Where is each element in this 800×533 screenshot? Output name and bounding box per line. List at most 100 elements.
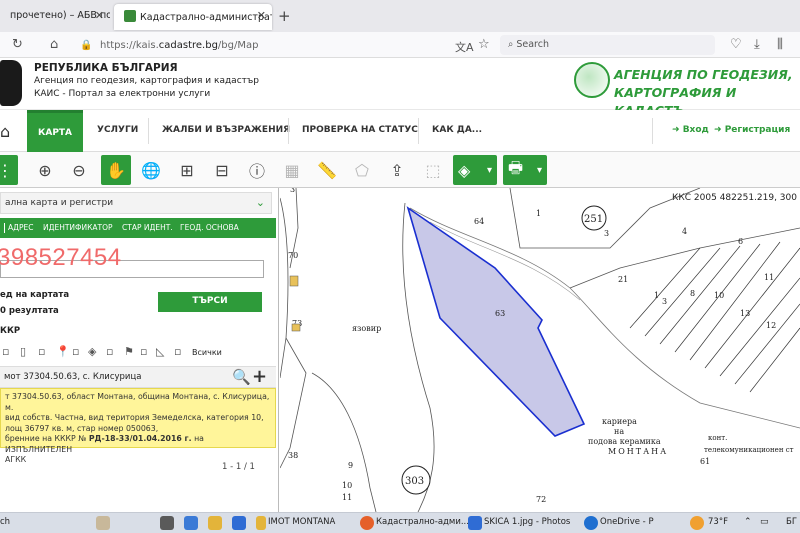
- zoom-out-icon[interactable]: ⊖: [64, 155, 94, 185]
- lock-icon[interactable]: 🔒: [80, 40, 92, 51]
- add-area-icon[interactable]: ⊞: [172, 155, 202, 185]
- building-marker: [291, 323, 301, 332]
- chevron-up-icon[interactable]: ⌃: [744, 517, 752, 527]
- stack-icon[interactable]: ◈: [88, 345, 96, 358]
- arrow-icon: ➜: [714, 125, 725, 135]
- taskbar-app-folder[interactable]: IMOT MONTANA: [268, 517, 335, 527]
- translate-icon[interactable]: 文A: [455, 39, 474, 55]
- parcel-number: 70: [288, 251, 298, 260]
- taskbar-app-firefox[interactable]: Кадастрално-адми...: [376, 517, 469, 527]
- coat-of-arms-icon: [0, 60, 22, 106]
- map-source-select[interactable]: ална карта и регистри ⌄: [0, 192, 272, 214]
- result-info-line: лощ 36797 кв. м, стар номер 050063,: [5, 423, 159, 433]
- register-link[interactable]: ➜ Регистрация: [714, 125, 790, 135]
- agency-logo-icon[interactable]: [574, 62, 610, 98]
- remove-area-icon[interactable]: ⊟: [207, 155, 237, 185]
- tab-geodetic-base[interactable]: ГЕОД. ОСНОВА: [180, 223, 239, 232]
- zoom-to-icon[interactable]: 🔍: [232, 368, 251, 386]
- photos-icon[interactable]: [468, 516, 482, 530]
- nav-map[interactable]: КАРТА: [27, 110, 84, 152]
- onedrive-icon[interactable]: [584, 516, 598, 530]
- zoom-in-icon[interactable]: ⊕: [30, 155, 60, 185]
- result-row[interactable]: мот 37304.50.63, с. Клисурица 🔍 +: [0, 366, 276, 388]
- map-canvas[interactable]: ККС 2005 482251.219, 300 63 64 1 3 4 6 2…: [280, 188, 800, 512]
- cadastral-map[interactable]: ККС 2005 482251.219, 300 63 64 1 3 4 6 2…: [280, 188, 800, 512]
- star-icon[interactable]: ☆: [478, 37, 490, 52]
- flag-icon[interactable]: ⚑: [124, 345, 134, 358]
- result-title: мот 37304.50.63, с. Клисурица: [4, 372, 142, 382]
- nav-divider: [418, 118, 419, 144]
- ruler-icon[interactable]: 📏: [312, 155, 342, 185]
- search-box[interactable]: ⌕ Search: [500, 35, 715, 55]
- browser-tab-cadastre[interactable]: Кадастрално-административн ✕: [114, 4, 272, 30]
- print-dropdown-button[interactable]: 🖶 ▾: [503, 155, 547, 185]
- home-icon[interactable]: ⌂: [50, 37, 58, 52]
- edge-icon[interactable]: [184, 516, 198, 530]
- all-label: Всички: [192, 348, 222, 357]
- network-icon[interactable]: ▭: [760, 517, 769, 527]
- selected-parcel-63[interactable]: [406, 206, 586, 437]
- word-icon[interactable]: [232, 516, 246, 530]
- order-number: РД-18-33/01.04.2016 г.: [88, 434, 192, 443]
- checkbox-icon[interactable]: ▫: [106, 345, 113, 358]
- tab-identifier[interactable]: ИДЕНТИФИКАТОР: [43, 223, 113, 232]
- file-explorer-icon[interactable]: [208, 516, 222, 530]
- triangle-icon[interactable]: ◺: [156, 345, 164, 358]
- building-icon[interactable]: ▯: [20, 345, 26, 358]
- tab-old-identifier[interactable]: СТАР ИДЕНТ.: [122, 223, 173, 232]
- taskbar-search[interactable]: ch: [0, 517, 10, 527]
- menu-icon[interactable]: ⋮: [0, 155, 18, 185]
- tab-address[interactable]: АДРЕС: [8, 223, 34, 232]
- layers-dropdown-button[interactable]: ◈ ▾: [453, 155, 497, 185]
- map-source-value: ална карта и регистри: [5, 198, 114, 208]
- checkbox-icon[interactable]: ▫: [72, 345, 79, 358]
- close-tab-icon[interactable]: ✕: [95, 9, 104, 22]
- nav-status-check[interactable]: ПРОВЕРКА НА СТАТУС: [302, 110, 418, 152]
- reload-icon[interactable]: ↻: [12, 37, 23, 52]
- upload-icon[interactable]: ⇪: [382, 155, 412, 185]
- cat-widget-icon[interactable]: [96, 516, 110, 530]
- chevron-down-icon: ▾: [486, 164, 492, 176]
- polygon-icon[interactable]: ⬠: [347, 155, 377, 185]
- parcel-number: 72: [536, 495, 546, 504]
- pocket-icon[interactable]: ♡: [730, 37, 742, 52]
- browser-tab-mail[interactable]: прочетено) – АБВ поща ✕: [0, 4, 110, 30]
- search-button[interactable]: ТЪРСИ: [158, 292, 262, 312]
- all-checkbox[interactable]: ▫: [174, 345, 181, 358]
- download-icon[interactable]: ⤓: [754, 37, 760, 52]
- library-icon[interactable]: ⫼: [777, 37, 783, 52]
- taskbar-app-onedrive[interactable]: OneDrive - Р: [600, 517, 654, 527]
- task-view-icon[interactable]: [160, 516, 174, 530]
- home-icon[interactable]: ⌂: [0, 122, 10, 141]
- select-area-icon[interactable]: ⬚: [418, 155, 448, 185]
- new-tab-icon[interactable]: +: [278, 7, 291, 25]
- parcel-number: 1: [654, 291, 659, 300]
- telecom-label: телекомуникационен ст: [704, 446, 794, 454]
- address-bar[interactable]: https://kais.cadastre.bg/bg/Map: [100, 40, 258, 51]
- nav-how-to[interactable]: КАК ДА...: [432, 110, 482, 152]
- login-link[interactable]: ➜ Вход: [672, 125, 709, 135]
- nav-services[interactable]: УСЛУГИ: [97, 110, 138, 152]
- checkbox-icon[interactable]: ▫: [38, 345, 45, 358]
- parcel-number: 21: [618, 275, 628, 284]
- globe-icon[interactable]: 🌐: [136, 155, 166, 185]
- expand-plus-icon[interactable]: +: [252, 366, 267, 387]
- location-pin-icon[interactable]: 📍: [56, 345, 70, 358]
- nav-divider: [652, 118, 653, 144]
- nav-complaints[interactable]: ЖАЛБИ И ВЪЗРАЖЕНИЯ: [162, 110, 290, 152]
- checkbox-icon[interactable]: ▫: [140, 345, 147, 358]
- close-tab-icon[interactable]: ✕: [257, 9, 266, 22]
- sheet-number: 251: [584, 214, 603, 225]
- weather-temp[interactable]: 73°F: [708, 517, 728, 527]
- taskbar-app-photos[interactable]: SKICA 1.jpg - Photos: [484, 517, 570, 527]
- parcel-number: 3: [604, 229, 609, 238]
- firefox-icon[interactable]: [360, 516, 374, 530]
- pan-hand-icon[interactable]: ✋: [101, 155, 131, 185]
- building-marker: [289, 275, 299, 287]
- info-icon[interactable]: ⓘ: [242, 155, 272, 185]
- language-indicator[interactable]: БГ: [786, 517, 797, 527]
- folder-icon[interactable]: [256, 516, 266, 530]
- grid-icon[interactable]: ▦: [277, 155, 307, 185]
- weather-icon[interactable]: [690, 516, 704, 530]
- square-icon[interactable]: ▫: [2, 345, 9, 358]
